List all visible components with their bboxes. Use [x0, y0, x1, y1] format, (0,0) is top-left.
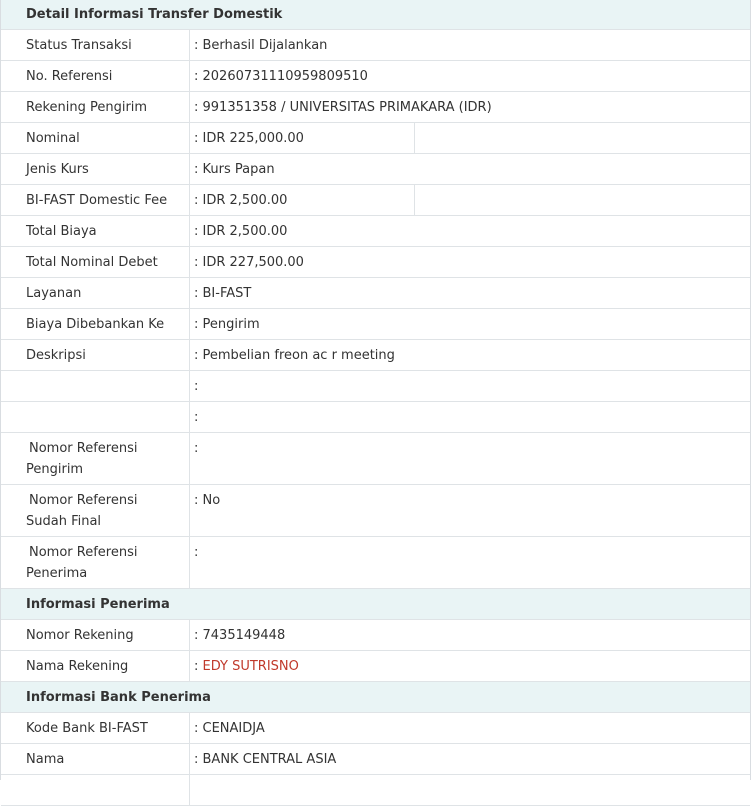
row-value-prefix: :	[194, 659, 203, 674]
row-value: : BANK CENTRAL ASIA	[194, 752, 337, 767]
row-value: : IDR 2,500.00	[194, 224, 288, 239]
row-value: : 991351358 / UNIVERSITAS PRIMAKARA (IDR…	[194, 100, 492, 115]
row-label: Nomor Referensi Sudah Final	[1, 485, 190, 536]
row-value: :	[194, 410, 199, 425]
row-label: No. Referensi	[1, 61, 190, 91]
section-header-bank: Informasi Bank Penerima	[1, 682, 750, 713]
row-label: Kode Bank BI-FAST	[1, 713, 190, 743]
row-label: Rekening Pengirim	[1, 92, 190, 122]
row-label: Deskripsi	[1, 340, 190, 370]
row-label: Biaya Dibebankan Ke	[1, 309, 190, 339]
detail-row-total-debit: Total Nominal Debet : IDR 227,500.00	[1, 247, 750, 278]
detail-row-recipient-reference: Nomor Referensi Penerima :	[1, 537, 750, 589]
row-label	[1, 371, 190, 401]
detail-row-nominal: Nominal : IDR 225,000.00	[1, 123, 750, 154]
row-value: : CENAIDJA	[194, 721, 265, 736]
row-label: Total Nominal Debet	[1, 247, 190, 277]
detail-row-empty: :	[1, 371, 750, 402]
row-label: Jenis Kurs	[1, 154, 190, 184]
row-label: BI-FAST Domestic Fee	[1, 185, 190, 215]
row-label-line1: Nomor Referensi	[29, 493, 138, 508]
row-value: : IDR 2,500.00	[194, 185, 415, 215]
row-value-cell: : EDY SUTRISNO	[190, 651, 750, 681]
row-value-cell: : IDR 225,000.00	[190, 123, 750, 153]
detail-row-status: Status Transaksi : Berhasil Dijalankan	[1, 30, 750, 61]
detail-row-total-fee: Total Biaya : IDR 2,500.00	[1, 216, 750, 247]
row-value: : 7435149448	[194, 628, 286, 643]
row-label-line2: Sudah Final	[26, 514, 102, 529]
row-label	[1, 402, 190, 432]
row-label: Nomor Referensi Penerima	[1, 537, 190, 588]
transfer-detail-panel: Detail Informasi Transfer Domestik Statu…	[0, 0, 751, 806]
detail-row-reference: No. Referensi : 20260731110959809510	[1, 61, 750, 92]
section-header-transfer: Detail Informasi Transfer Domestik	[1, 0, 750, 30]
row-value: :	[194, 379, 199, 394]
detail-row-reference-final: Nomor Referensi Sudah Final : No	[1, 485, 750, 537]
row-label: Layanan	[1, 278, 190, 308]
row-value: : Pengirim	[194, 317, 260, 332]
row-value: :	[194, 545, 199, 560]
section-header-recipient: Informasi Penerima	[1, 589, 750, 620]
row-value: : Pembelian freon ac r meeting	[194, 348, 395, 363]
detail-row-description: Deskripsi : Pembelian freon ac r meeting	[1, 340, 750, 371]
account-name-value: EDY SUTRISNO	[202, 659, 299, 674]
row-label-line1: Nomor Referensi	[29, 441, 138, 456]
row-label: Nomor Rekening	[1, 620, 190, 650]
row-label-line1: Nomor Referensi	[29, 545, 138, 560]
detail-row-service: Layanan : BI-FAST	[1, 278, 750, 309]
row-label: Nomor Referensi Pengirim	[1, 433, 190, 484]
row-value: : Berhasil Dijalankan	[194, 38, 328, 53]
detail-row-sender-reference: Nomor Referensi Pengirim :	[1, 433, 750, 485]
row-value: : No	[194, 493, 221, 508]
row-value: : 20260731110959809510	[194, 69, 368, 84]
row-value-cell: : IDR 2,500.00	[190, 185, 750, 215]
row-value: : BI-FAST	[194, 286, 252, 301]
row-label: Status Transaksi	[1, 30, 190, 60]
detail-row-bank-name: Nama : BANK CENTRAL ASIA	[1, 744, 750, 775]
detail-row-exchange-type: Jenis Kurs : Kurs Papan	[1, 154, 750, 185]
detail-row-account-number: Nomor Rekening : 7435149448	[1, 620, 750, 651]
row-label: Nama	[1, 744, 190, 774]
row-label: Nama Rekening	[1, 651, 190, 681]
row-label: Total Biaya	[1, 216, 190, 246]
row-value: :	[194, 441, 199, 456]
row-label-line2: Penerima	[26, 566, 88, 581]
detail-row-empty: :	[1, 402, 750, 433]
row-label: Nominal	[1, 123, 190, 153]
detail-row-account-name: Nama Rekening : EDY SUTRISNO	[1, 651, 750, 682]
row-value: : IDR 227,500.00	[194, 255, 304, 270]
row-value: : IDR 225,000.00	[194, 123, 415, 153]
detail-row-sender-account: Rekening Pengirim : 991351358 / UNIVERSI…	[1, 92, 750, 123]
detail-row-fee-charged-to: Biaya Dibebankan Ke : Pengirim	[1, 309, 750, 340]
row-label-line2: Pengirim	[26, 462, 84, 477]
detail-row-bank-code: Kode Bank BI-FAST : CENAIDJA	[1, 713, 750, 744]
row-value: : Kurs Papan	[194, 162, 275, 177]
detail-row-bifast-fee: BI-FAST Domestic Fee : IDR 2,500.00	[1, 185, 750, 216]
